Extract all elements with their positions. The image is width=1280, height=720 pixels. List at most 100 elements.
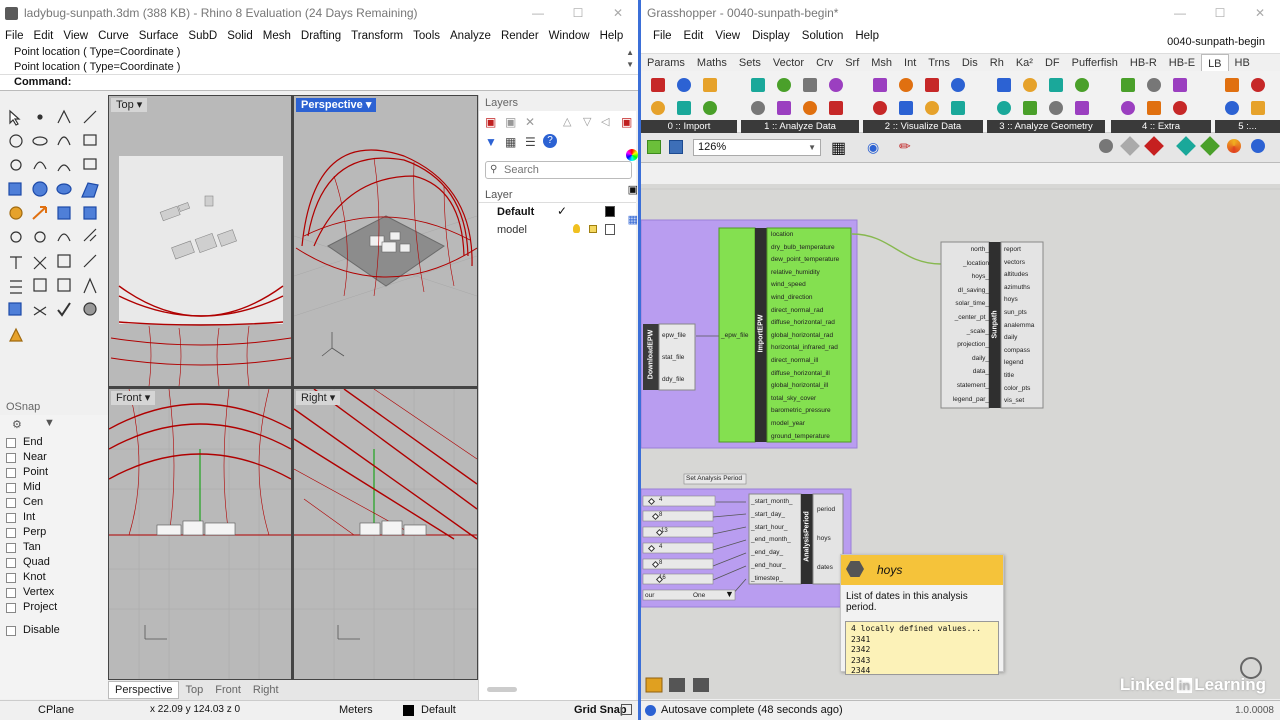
- checkbox[interactable]: [6, 542, 16, 553]
- viewport-label-right[interactable]: Right ▾: [296, 391, 341, 405]
- checkbox[interactable]: [6, 467, 16, 478]
- layer-row[interactable]: Default ✓: [479, 203, 636, 221]
- gh-tab-rh[interactable]: Rh: [984, 54, 1010, 71]
- sunpath-output[interactable]: daily: [1004, 334, 1017, 341]
- sunpath-output[interactable]: vis_set: [1004, 397, 1024, 404]
- sunpath-output[interactable]: vectors: [1004, 259, 1025, 266]
- checkbox[interactable]: [6, 572, 16, 583]
- checkbox[interactable]: [6, 512, 16, 523]
- lightbulb-icon[interactable]: [573, 224, 580, 233]
- current-layer-label[interactable]: Default: [421, 704, 456, 716]
- gh-menu-file[interactable]: File: [647, 27, 678, 53]
- import-epw-output[interactable]: direct_normal_rad: [771, 307, 823, 314]
- import-epw-output[interactable]: ground_temperature: [771, 433, 830, 440]
- ribbon-group-label[interactable]: 0 :: Import: [641, 120, 737, 133]
- menu-item-drafting[interactable]: Drafting: [296, 27, 346, 45]
- panel-toggle-icon[interactable]: [621, 704, 632, 715]
- component-icon[interactable]: [1223, 99, 1241, 117]
- analysis-period-input[interactable]: _start_day_: [751, 511, 785, 518]
- component-icon[interactable]: [1021, 99, 1039, 117]
- component-icon[interactable]: [801, 99, 819, 117]
- component-icon[interactable]: [675, 76, 693, 94]
- component-icon[interactable]: [1249, 76, 1267, 94]
- gh-tab-sets[interactable]: Sets: [733, 54, 767, 71]
- checkbox[interactable]: [6, 587, 16, 598]
- sunpath-output[interactable]: report: [1004, 246, 1021, 253]
- analysis-period-output[interactable]: period: [817, 506, 835, 513]
- gh-menu-edit[interactable]: Edit: [678, 27, 710, 53]
- import-epw-output[interactable]: dew_point_temperature: [771, 256, 839, 263]
- gh-tab-hb-r[interactable]: HB-R: [1124, 54, 1163, 71]
- analysis-period-name[interactable]: AnalysisPeriod: [804, 509, 811, 565]
- checkbox[interactable]: [6, 557, 16, 568]
- move-up-icon[interactable]: △: [563, 115, 571, 128]
- component-icon[interactable]: [775, 76, 793, 94]
- import-epw-input[interactable]: _epw_file: [721, 332, 748, 339]
- component-icon[interactable]: [1249, 99, 1267, 117]
- sunpath-input[interactable]: statement_: [943, 382, 989, 389]
- dropdown-arrow-icon[interactable]: ▼: [725, 589, 734, 599]
- gh-tab-hb[interactable]: HB: [1229, 54, 1256, 71]
- menu-item-mesh[interactable]: Mesh: [258, 27, 296, 45]
- component-icon[interactable]: [949, 76, 967, 94]
- grid-snap-toggle[interactable]: Grid Snap: [574, 704, 627, 716]
- gh-tab-maths[interactable]: Maths: [691, 54, 733, 71]
- minimize-icon[interactable]: —: [1160, 0, 1200, 27]
- color-wheel-icon[interactable]: [626, 149, 638, 161]
- lasso-icon[interactable]: [1240, 657, 1262, 679]
- gh-tab-df[interactable]: DF: [1039, 54, 1066, 71]
- preview-wire-icon[interactable]: [1120, 136, 1140, 156]
- component-icon[interactable]: [827, 76, 845, 94]
- layer-search-input[interactable]: [504, 163, 614, 177]
- import-epw-output[interactable]: direct_normal_ill: [771, 357, 818, 364]
- component-icon[interactable]: [1145, 76, 1163, 94]
- gh-tab-lb[interactable]: LB: [1201, 54, 1229, 71]
- new-sublayer-icon[interactable]: ▣: [505, 115, 516, 129]
- component-icon[interactable]: [701, 99, 719, 117]
- open-file-icon[interactable]: [647, 140, 661, 154]
- sunpath-output[interactable]: analemma: [1004, 322, 1034, 329]
- scroll-arrows-icon[interactable]: ▲ ▼: [626, 47, 634, 71]
- sunpath-name[interactable]: Sunpath: [992, 305, 999, 345]
- layer-tools-icon[interactable]: ▣: [621, 115, 632, 129]
- number-slider[interactable]: 8: [659, 560, 662, 566]
- gh-tab-vector[interactable]: Vector: [767, 54, 810, 71]
- material-icon[interactable]: [1227, 139, 1241, 153]
- checkbox[interactable]: [6, 625, 16, 636]
- osnap-item-int[interactable]: Int: [0, 510, 108, 525]
- sunpath-output[interactable]: compass: [1004, 347, 1030, 354]
- menu-item-render[interactable]: Render: [496, 27, 544, 45]
- gh-tab-params[interactable]: Params: [641, 54, 691, 71]
- viewport-tab-right[interactable]: Right: [247, 684, 285, 696]
- gh-tab-hb-e[interactable]: HB-E: [1163, 54, 1201, 71]
- import-epw-output[interactable]: dry_bulb_temperature: [771, 244, 835, 251]
- delete-layer-icon[interactable]: ✕: [525, 115, 535, 129]
- sketch-icon[interactable]: ▦: [831, 138, 846, 158]
- viewport-top[interactable]: Top ▾: [109, 96, 291, 386]
- move-down-icon[interactable]: ▽: [583, 115, 591, 128]
- component-icon[interactable]: [701, 76, 719, 94]
- gh-tab-int[interactable]: Int: [898, 54, 922, 71]
- sunpath-output[interactable]: sun_pts: [1004, 309, 1027, 316]
- checkbox[interactable]: [6, 482, 16, 493]
- sunpath-output[interactable]: legend: [1004, 359, 1024, 366]
- menu-item-transform[interactable]: Transform: [346, 27, 408, 45]
- display-icon[interactable]: ▣: [628, 183, 638, 196]
- import-epw-output[interactable]: location: [771, 231, 793, 238]
- component-icon[interactable]: [923, 76, 941, 94]
- close-icon[interactable]: ✕: [598, 0, 638, 27]
- osnap-item-project[interactable]: Project: [0, 600, 108, 615]
- new-layer-icon[interactable]: ▣: [485, 115, 496, 129]
- sunpath-input[interactable]: hoys_: [943, 273, 989, 280]
- sunpath-input[interactable]: dl_saving_: [943, 287, 989, 294]
- gh-tab-ka²[interactable]: Ka²: [1010, 54, 1039, 71]
- sunpath-input[interactable]: data_: [943, 368, 989, 375]
- component-icon[interactable]: [1119, 99, 1137, 117]
- component-icon[interactable]: [897, 76, 915, 94]
- component-icon[interactable]: [775, 99, 793, 117]
- checkbox[interactable]: [6, 497, 16, 508]
- gh-document-name[interactable]: 0040-sunpath-begin: [1162, 33, 1270, 51]
- layer-search[interactable]: ⚲: [485, 161, 632, 179]
- import-epw-output[interactable]: diffuse_horizontal_rad: [771, 319, 835, 326]
- analysis-period-input[interactable]: _timestep_: [751, 575, 783, 582]
